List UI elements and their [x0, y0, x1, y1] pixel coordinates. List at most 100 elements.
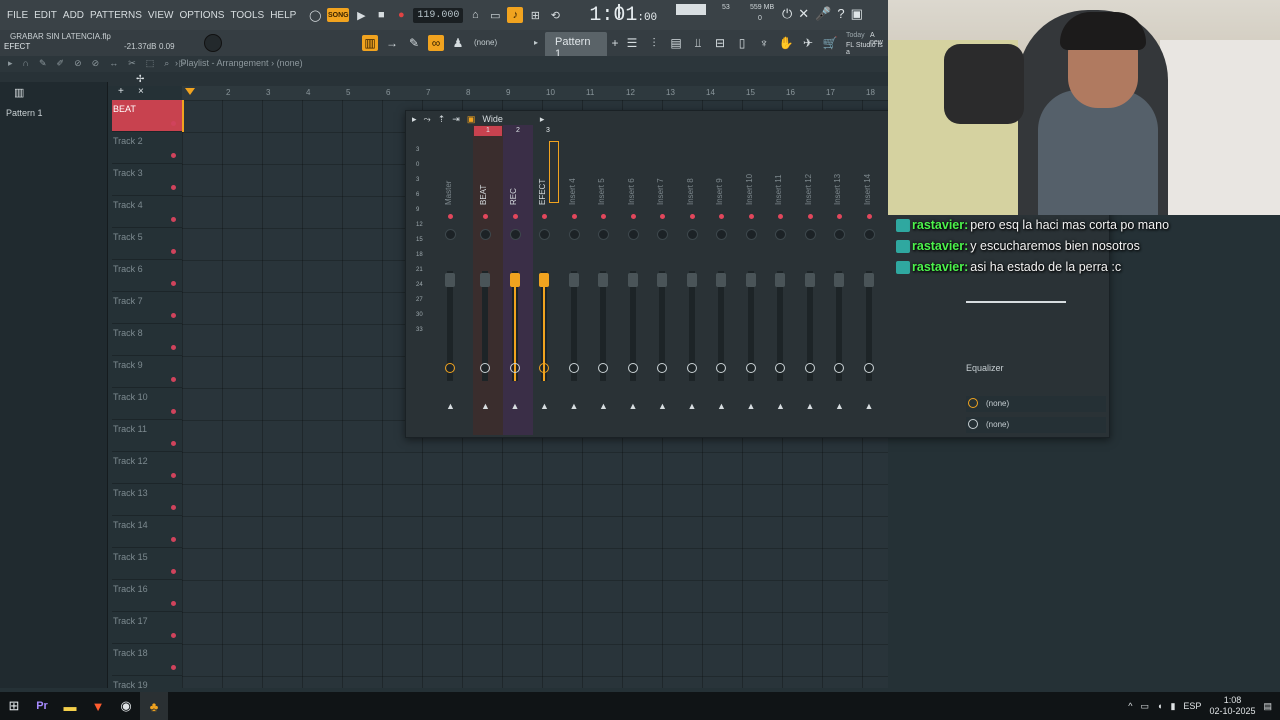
route-knob[interactable] [509, 363, 520, 373]
pan-knob[interactable] [686, 229, 698, 240]
route-knob[interactable] [775, 363, 785, 373]
snap-icon[interactable]: ✢ [136, 74, 144, 85]
touch-icon[interactable]: ✋ [778, 35, 794, 51]
track-enable-dot[interactable] [171, 249, 176, 254]
close-track-icon[interactable]: × [138, 86, 144, 97]
track-enable-dot[interactable] [171, 313, 176, 318]
mute-led[interactable] [630, 214, 636, 219]
playlist-icon[interactable]: ☰ [624, 35, 640, 51]
mute-icon[interactable]: ⊘ [92, 58, 100, 69]
tray-network-icon[interactable]: ▭ [1141, 701, 1150, 712]
select-icon[interactable]: ⬚ [146, 58, 155, 69]
send-slot-2[interactable]: (none) [966, 417, 1106, 433]
route-knob[interactable] [834, 363, 844, 373]
mute-led[interactable] [660, 214, 665, 219]
track-enable-dot[interactable] [171, 601, 176, 606]
mixer-icon[interactable]: ⫫ [690, 35, 706, 51]
pan-knob[interactable] [598, 229, 609, 240]
volume-fader-handle[interactable] [445, 273, 455, 287]
tray-chevron-icon[interactable]: ^ [1128, 701, 1132, 711]
menu-item-tools[interactable]: TOOLS [227, 10, 267, 21]
piano-roll-icon[interactable]: ▥ [362, 35, 378, 51]
track-enable-dot[interactable] [171, 345, 176, 350]
route-arrow-icon[interactable]: ▲ [540, 401, 549, 411]
mute-led[interactable] [748, 214, 754, 219]
menu-item-file[interactable]: FILE [4, 10, 31, 21]
track-header[interactable]: Track 13 [112, 484, 182, 516]
volume-fader-handle[interactable] [745, 273, 756, 287]
track-enable-dot[interactable] [171, 537, 176, 542]
pan-knob[interactable] [863, 229, 875, 240]
mute-led[interactable] [542, 214, 547, 219]
track-enable-dot[interactable] [171, 441, 176, 446]
track-enable-dot[interactable] [171, 185, 176, 190]
volume-fader-handle[interactable] [775, 273, 785, 287]
route-knob[interactable] [627, 363, 638, 373]
windows-start-icon[interactable]: ⊞ [0, 692, 28, 720]
pan-knob[interactable] [480, 229, 491, 240]
track-header[interactable]: Track 12 [112, 452, 182, 484]
pan-knob[interactable] [539, 229, 550, 240]
pencil-icon[interactable]: ✎ [406, 35, 422, 51]
mute-led[interactable] [719, 214, 724, 219]
volume-fader-handle[interactable] [657, 273, 667, 287]
stamp-icon[interactable]: ♟ [450, 35, 466, 51]
track-enable-dot[interactable] [171, 665, 176, 670]
track-header[interactable]: BEAT [112, 100, 182, 132]
track-header[interactable]: Track 2 [112, 132, 182, 164]
tempo-display[interactable]: 119.000 [413, 7, 464, 23]
track-header[interactable]: Track 3 [112, 164, 182, 196]
brave-browser-icon[interactable]: ▼ [84, 692, 112, 720]
picker-piano-icon[interactable]: ▥ [14, 86, 24, 99]
route-knob[interactable] [568, 363, 579, 373]
mute-led[interactable] [571, 214, 577, 219]
route-knob[interactable] [598, 363, 608, 373]
menu-item-edit[interactable]: EDIT [31, 10, 60, 21]
route-knob[interactable] [804, 363, 815, 373]
record-icon[interactable]: ● [393, 7, 409, 23]
master-pitch-knob[interactable] [204, 34, 222, 52]
volume-fader-handle[interactable] [568, 273, 579, 287]
fl-studio-icon[interactable]: ♣ [140, 692, 168, 720]
news-fl[interactable]: FL Studio is a [846, 42, 888, 56]
power-icon[interactable]: ⏻ [782, 6, 792, 22]
track-enable-dot[interactable] [171, 217, 176, 222]
slice-icon[interactable]: ✂ [128, 58, 136, 69]
route-arrow-icon[interactable]: ▲ [446, 401, 455, 411]
mute-led[interactable] [483, 214, 488, 219]
mute-led[interactable] [689, 214, 695, 219]
tray-clock[interactable]: 1:08 02-10-2025 [1209, 695, 1255, 717]
track-enable-dot[interactable] [171, 473, 176, 478]
volume-fader-handle[interactable] [627, 273, 638, 287]
route-knob[interactable] [863, 363, 874, 373]
track-enable-dot[interactable] [171, 409, 176, 414]
track-header[interactable]: Track 4 [112, 196, 182, 228]
menu-item-options[interactable]: OPTIONS [176, 10, 227, 21]
audio-settings-icon[interactable]: ✕ [798, 6, 809, 22]
master-volume-marker[interactable] [618, 4, 620, 18]
track-header[interactable]: Track 6 [112, 260, 182, 292]
pan-knob[interactable] [568, 229, 580, 240]
slot-1-label[interactable]: (none) [986, 399, 1009, 408]
route-arrow-icon[interactable]: ▲ [806, 401, 815, 411]
mute-led[interactable] [866, 214, 872, 219]
track-header[interactable]: Track 7 [112, 292, 182, 324]
metronome-icon[interactable]: ⌂ [467, 7, 483, 23]
track-enable-dot[interactable] [171, 281, 176, 286]
tray-battery-icon[interactable]: ▮ [1170, 701, 1175, 712]
pan-knob[interactable] [445, 229, 456, 240]
track-header[interactable]: Track 16 [112, 580, 182, 612]
draw-icon[interactable]: ✎ [39, 58, 47, 69]
volume-fader-handle[interactable] [804, 273, 815, 287]
zoom-icon[interactable]: ⌕ [164, 58, 169, 69]
mute-led[interactable] [778, 214, 783, 219]
route-arrow-icon[interactable]: ▲ [658, 401, 667, 411]
volume-fader-handle[interactable] [480, 273, 490, 287]
delete-icon[interactable]: ⊘ [74, 58, 82, 69]
menu-item-view[interactable]: VIEW [145, 10, 177, 21]
volume-fader-handle[interactable] [686, 273, 697, 287]
microphone-icon[interactable]: 🎤 [815, 6, 831, 22]
route-knob[interactable] [480, 363, 490, 373]
route-arrow-icon[interactable]: ▲ [717, 401, 726, 411]
help-icon[interactable]: ? [837, 6, 844, 22]
